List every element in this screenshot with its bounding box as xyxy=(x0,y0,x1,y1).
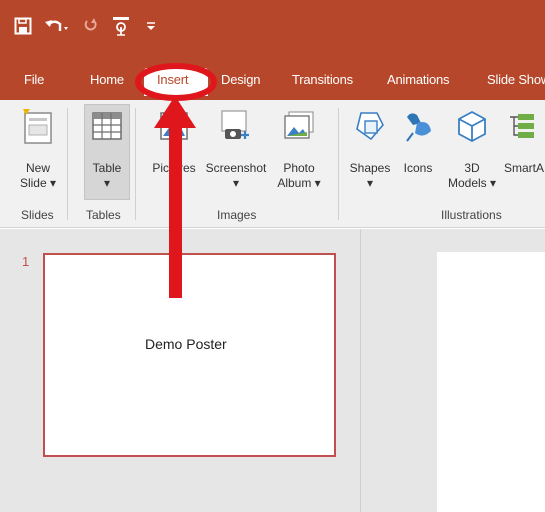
photo-album-label: Photo xyxy=(283,161,315,175)
group-label-illustrations: Illustrations xyxy=(441,208,502,222)
tab-transitions[interactable]: Transitions xyxy=(292,72,353,87)
slide-canvas[interactable] xyxy=(437,252,545,512)
screenshot-label-dropdown: ▾ xyxy=(232,176,240,190)
new-slide-label-dropdown: Slide ▾ xyxy=(19,176,57,190)
screenshot-label: Screenshot xyxy=(205,161,267,175)
shapes-label: Shapes xyxy=(349,161,391,175)
tab-design[interactable]: Design xyxy=(221,72,260,87)
screenshot-icon xyxy=(218,106,254,146)
redo-icon[interactable] xyxy=(80,15,102,37)
screenshot-button[interactable]: Screenshot ▾ xyxy=(202,106,270,190)
shapes-button[interactable]: Shapes ▾ xyxy=(346,106,394,190)
table-button[interactable]: Table ▾ xyxy=(86,106,128,190)
group-label-images: Images xyxy=(217,208,257,222)
shapes-label-dropdown: ▾ xyxy=(366,176,374,190)
tab-animations[interactable]: Animations xyxy=(387,72,450,87)
cube-icon xyxy=(454,106,490,146)
group-separator xyxy=(67,108,68,220)
photo-album-button[interactable]: Photo Album ▾ xyxy=(274,106,324,190)
tab-file[interactable]: File xyxy=(24,72,44,87)
photo-album-label-dropdown: Album ▾ xyxy=(277,176,321,190)
title-bar xyxy=(0,0,545,58)
pictures-icon xyxy=(156,106,192,146)
quick-access-toolbar xyxy=(12,14,170,38)
smartart-label: SmartA xyxy=(504,161,545,175)
save-icon[interactable] xyxy=(12,15,34,37)
customize-qat-icon[interactable] xyxy=(140,15,162,37)
photo-album-icon xyxy=(281,106,317,146)
3d-models-label: 3D xyxy=(464,161,480,175)
table-label-dropdown: ▾ xyxy=(103,176,111,190)
tab-slide-show[interactable]: Slide Show xyxy=(487,72,545,87)
icons-icon xyxy=(400,106,436,146)
undo-icon[interactable] xyxy=(42,15,72,37)
smartart-button[interactable]: SmartA xyxy=(504,106,545,176)
shapes-icon xyxy=(352,106,388,146)
tab-insert[interactable]: Insert xyxy=(157,72,189,87)
table-icon xyxy=(89,106,125,146)
slide-thumbnail[interactable] xyxy=(43,253,336,457)
pictures-button[interactable]: Pictures xyxy=(146,106,202,176)
icons-button[interactable]: Icons xyxy=(398,106,438,176)
table-label: Table xyxy=(92,161,122,175)
group-separator xyxy=(338,108,339,220)
new-slide-icon xyxy=(20,106,56,146)
ribbon-tabs xyxy=(0,58,545,100)
group-separator xyxy=(135,108,136,220)
3d-models-button[interactable]: 3D Models ▾ xyxy=(448,106,496,190)
pictures-label: Pictures xyxy=(152,161,196,175)
smartart-icon xyxy=(504,106,540,146)
group-label-tables: Tables xyxy=(86,208,121,222)
group-label-slides: Slides xyxy=(21,208,54,222)
new-slide-label: New xyxy=(25,161,50,175)
icons-label: Icons xyxy=(403,161,433,175)
slide-number: 1 xyxy=(22,254,30,269)
slide-thumbnail-text: Demo Poster xyxy=(145,336,227,352)
new-slide-button[interactable]: New Slide ▾ xyxy=(18,106,58,190)
touch-mode-icon[interactable] xyxy=(110,15,132,37)
tab-home[interactable]: Home xyxy=(90,72,124,87)
3d-models-label-dropdown: Models ▾ xyxy=(447,176,497,190)
